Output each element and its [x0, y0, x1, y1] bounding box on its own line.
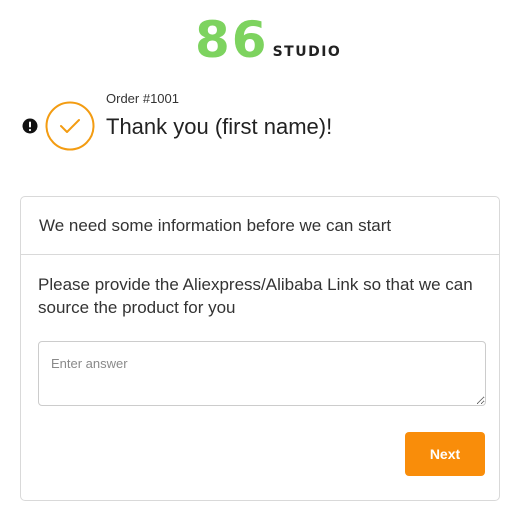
- alert-icon: [22, 118, 38, 134]
- card-body: Please provide the Aliexpress/Alibaba Li…: [21, 255, 499, 406]
- brand-logo: 86 STUDIO: [195, 14, 341, 66]
- logo-number: 86: [195, 11, 269, 69]
- logo-word: STUDIO: [272, 44, 342, 60]
- order-number: Order #1001: [106, 91, 179, 106]
- thank-you-heading: Thank you (first name)!: [106, 114, 333, 139]
- check-circle-icon: [45, 101, 95, 151]
- question-text: Please provide the Aliexpress/Alibaba Li…: [38, 275, 473, 317]
- information-card: We need some information before we can s…: [20, 196, 500, 501]
- next-button[interactable]: Next: [405, 432, 485, 476]
- answer-input[interactable]: [38, 341, 486, 406]
- order-status-page: 86 STUDIO Order #1001 Thank you (first n…: [0, 0, 515, 517]
- card-header: We need some information before we can s…: [21, 197, 499, 255]
